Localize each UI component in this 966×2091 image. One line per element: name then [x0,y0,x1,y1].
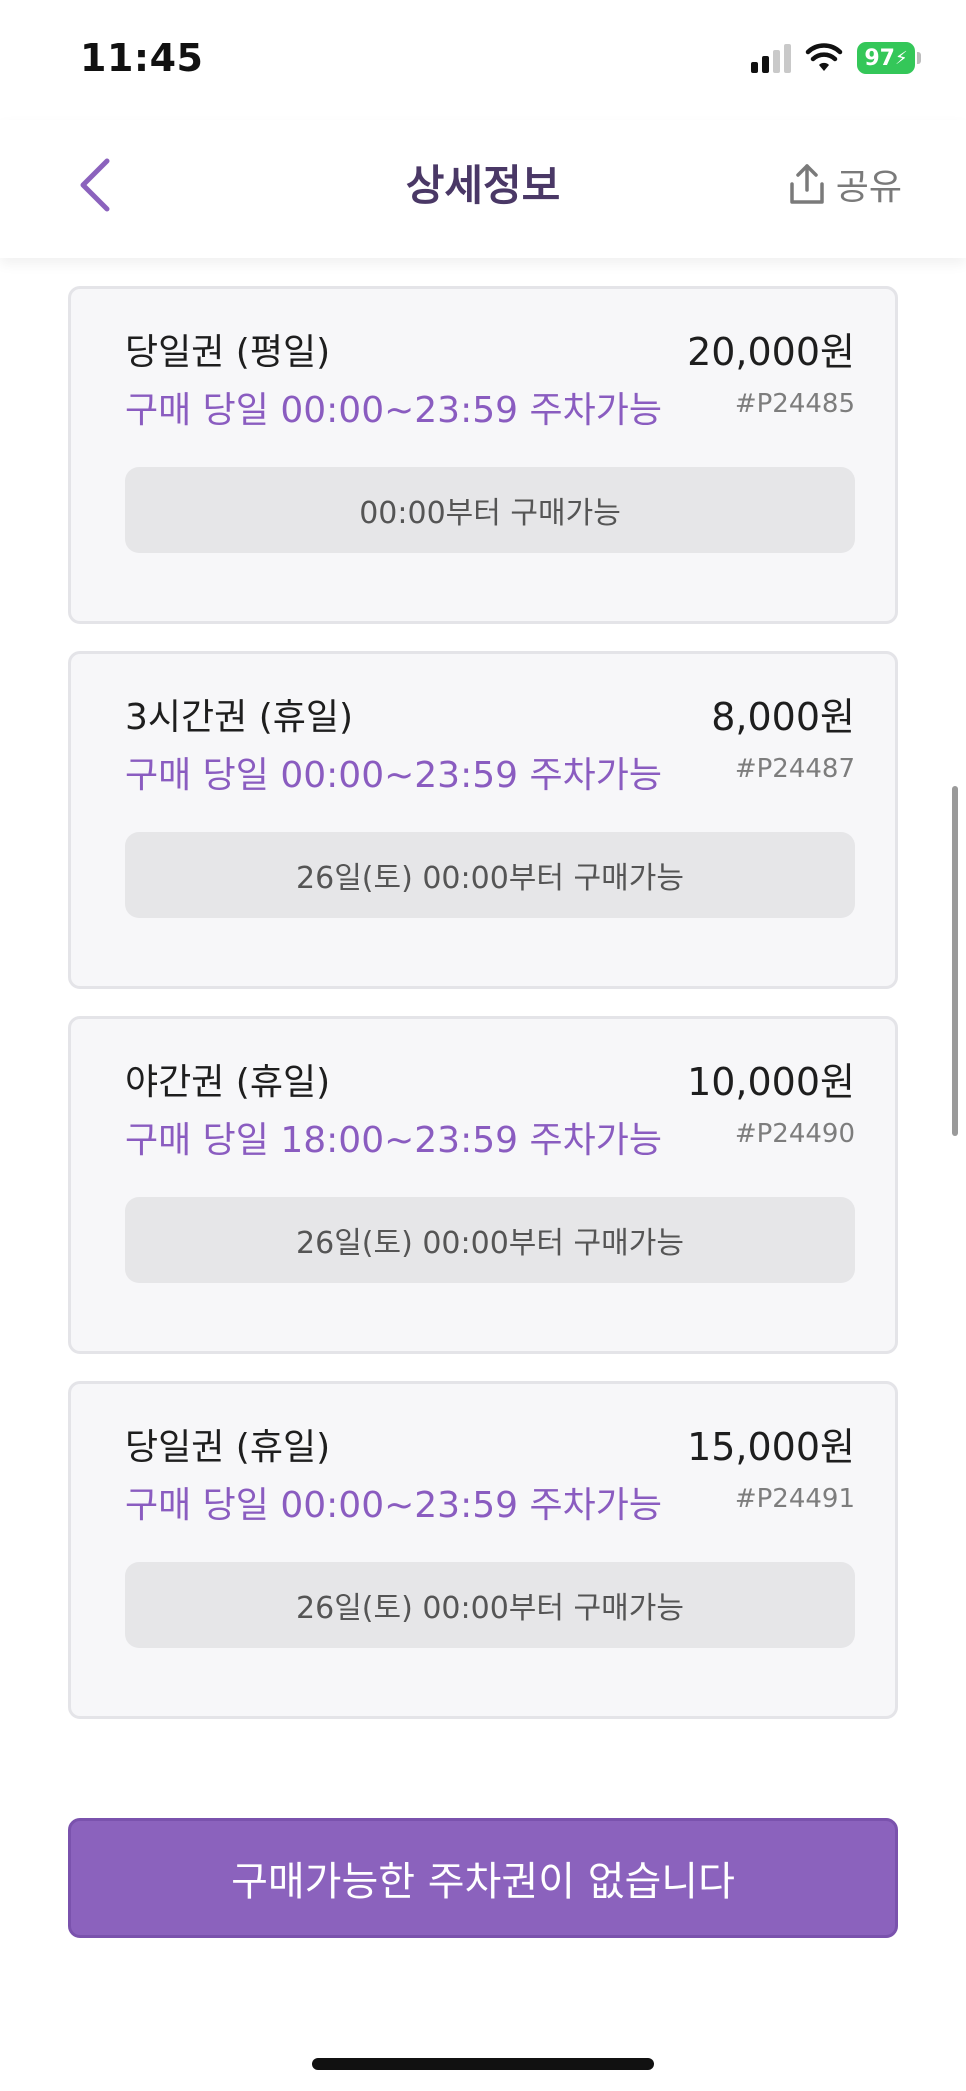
availability-button[interactable]: 00:00부터 구매가능 [125,467,855,553]
ticket-hours: 구매 당일 18:00~23:59 주차가능 [125,1120,662,1161]
ticket-code: #P24485 [734,389,855,419]
top-navigation-bar: 상세정보 공유 [0,120,966,258]
purchase-button[interactable]: 구매가능한 주차권이 없습니다 [68,1818,898,1938]
status-time: 11:45 [80,36,204,80]
ticket-name: 3시간권 (휴일) [125,697,354,738]
ticket-card: 당일권 (평일) 20,000원 구매 당일 00:00~23:59 주차가능 … [68,286,898,624]
availability-button[interactable]: 26일(토) 00:00부터 구매가능 [125,1197,855,1283]
ticket-price: 8,000원 [711,695,855,739]
ticket-hours: 구매 당일 00:00~23:59 주차가능 [125,390,662,431]
status-bar: 11:45 97 ⚡ [0,0,966,120]
ticket-price: 10,000원 [687,1060,855,1104]
share-button[interactable]: 공유 [786,158,902,210]
cellular-signal-icon [751,43,791,73]
ticket-hours: 구매 당일 00:00~23:59 주차가능 [125,755,662,796]
availability-button[interactable]: 26일(토) 00:00부터 구매가능 [125,1562,855,1648]
status-icons: 97 ⚡ [751,42,921,74]
wifi-icon [805,43,843,71]
ticket-price: 15,000원 [687,1425,855,1469]
ticket-code: #P24491 [734,1484,855,1514]
ticket-card: 야간권 (휴일) 10,000원 구매 당일 18:00~23:59 주차가능 … [68,1016,898,1354]
ticket-code: #P24490 [734,1119,855,1149]
battery-level: 97 [864,45,895,71]
ticket-price: 20,000원 [687,330,855,374]
home-indicator[interactable] [312,2058,654,2070]
share-icon [790,164,824,204]
ticket-name: 당일권 (평일) [125,332,331,373]
ticket-name: 야간권 (휴일) [125,1062,331,1103]
ticket-card: 당일권 (휴일) 15,000원 구매 당일 00:00~23:59 주차가능 … [68,1381,898,1719]
share-label: 공유 [835,167,902,208]
ticket-code: #P24487 [734,754,855,784]
scrollbar[interactable] [952,786,958,1136]
battery-icon: 97 ⚡ [857,42,921,74]
availability-button[interactable]: 26일(토) 00:00부터 구매가능 [125,832,855,918]
ticket-card: 3시간권 (휴일) 8,000원 구매 당일 00:00~23:59 주차가능 … [68,651,898,989]
ticket-name: 당일권 (휴일) [125,1427,331,1468]
ticket-hours: 구매 당일 00:00~23:59 주차가능 [125,1485,662,1526]
